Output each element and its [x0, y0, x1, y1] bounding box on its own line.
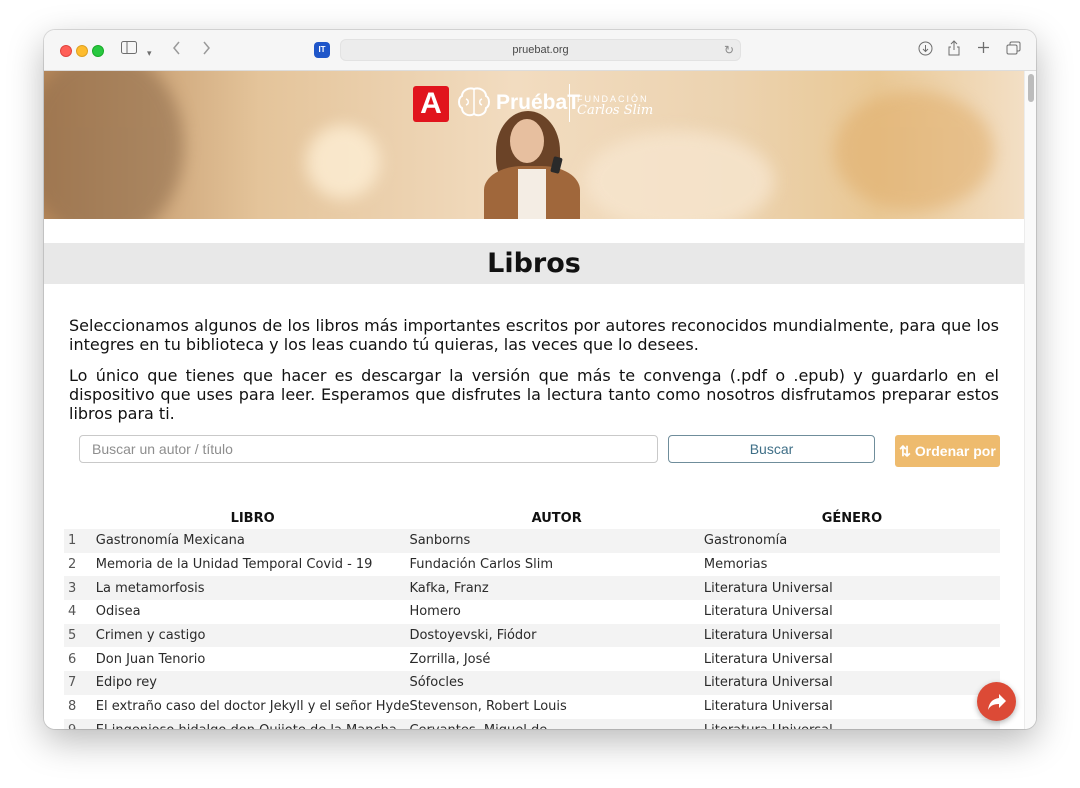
table-row[interactable]: 6 Don Juan Tenorio Zorrilla, José Litera…: [64, 647, 1000, 671]
row-genero: Literatura Universal: [703, 651, 833, 667]
chevron-left-icon[interactable]: [172, 41, 182, 60]
row-libro[interactable]: Odisea: [96, 600, 410, 624]
row-genero: Literatura Universal: [703, 604, 833, 620]
browser-toolbar: ▾ IT pruebat.org ↻: [44, 30, 1036, 71]
row-genero: Literatura Universal: [703, 576, 1000, 601]
row-genero: Memorias: [703, 557, 768, 573]
row-autor: Zorrilla, José: [409, 651, 491, 667]
tabs-overview-icon[interactable]: [1006, 41, 1021, 60]
scrollbar-thumb[interactable]: [1028, 74, 1034, 102]
chevron-right-icon[interactable]: [201, 41, 211, 60]
hero-bokeh: [306, 125, 380, 199]
download-icon[interactable]: [918, 41, 933, 61]
share-arrow-icon: [987, 690, 1007, 712]
row-number: 5: [64, 623, 96, 648]
row-number: 2: [68, 557, 77, 573]
row-genero: Literatura Universal: [703, 699, 833, 715]
row-libro[interactable]: Edipo rey: [95, 671, 410, 695]
row-libro[interactable]: La metamorfosis: [95, 576, 410, 601]
page-title: Libros: [487, 248, 581, 279]
row-autor: Fundación Carlos Slim: [409, 557, 553, 573]
sort-button-label: Ordenar por: [914, 443, 996, 459]
row-genero: Literatura Universal: [703, 623, 1000, 648]
header-genero: GÉNERO: [821, 510, 883, 526]
row-libro[interactable]: El extraño caso del doctor Jekyll y el s…: [96, 695, 410, 719]
page-scrollbar[interactable]: [1024, 71, 1036, 729]
hero-bokeh: [44, 71, 184, 219]
intro-paragraph-2: Lo único que tienes que hacer es descarg…: [69, 366, 999, 423]
sort-button[interactable]: ⇅ Ordenar por: [895, 435, 1000, 467]
page-content: A PruébaT FUNDACIÓN Carlos Slim Libros S…: [44, 71, 1024, 729]
row-genero: Gastronomía: [703, 529, 1000, 553]
row-number: 7: [64, 671, 96, 695]
row-libro[interactable]: El ingenioso hidalgo don Quijote de la M…: [95, 718, 410, 729]
table-header-row: LIBRO AUTOR GÉNERO: [64, 507, 1000, 529]
site-favicon-icon: IT: [314, 42, 330, 58]
sort-icon: ⇅: [899, 443, 911, 459]
header-number: [64, 507, 96, 529]
header-autor: AUTOR: [531, 510, 582, 526]
share-fab-button[interactable]: [977, 682, 1016, 721]
sidebar-icon[interactable]: [121, 41, 137, 59]
share-icon[interactable]: [947, 39, 961, 61]
row-libro[interactable]: Crimen y castigo: [95, 623, 410, 648]
row-number: 8: [68, 699, 77, 715]
hero-person-face: [510, 119, 544, 163]
row-libro[interactable]: Gastronomía Mexicana: [95, 529, 410, 553]
row-genero: Literatura Universal: [703, 671, 1000, 695]
row-number: 1: [64, 529, 96, 553]
reload-icon[interactable]: ↻: [724, 43, 734, 57]
logo-brand-text: PruébaT: [496, 91, 581, 114]
intro-paragraph-1: Seleccionamos algunos de los libros más …: [69, 316, 999, 354]
row-autor: Dostoyevski, Fiódor: [409, 623, 704, 648]
hero-person-shirt: [518, 169, 546, 219]
header-libro: LIBRO: [230, 510, 275, 526]
table-row[interactable]: 4 Odisea Homero Literatura Universal: [64, 600, 1000, 624]
row-autor: Sanborns: [409, 529, 704, 553]
table-row[interactable]: 1 Gastronomía Mexicana Sanborns Gastrono…: [64, 529, 1000, 553]
table-row[interactable]: 3 La metamorfosis Kafka, Franz Literatur…: [64, 576, 1000, 601]
table-row[interactable]: 9 El ingenioso hidalgo don Quijote de la…: [64, 718, 1000, 729]
title-band: Libros: [44, 243, 1024, 284]
table-row[interactable]: 5 Crimen y castigo Dostoyevski, Fiódor L…: [64, 623, 1000, 648]
logo-slim-text: Carlos Slim: [577, 103, 654, 118]
row-autor: Homero: [409, 604, 461, 620]
zoom-window-button[interactable]: [92, 45, 104, 57]
search-input[interactable]: [79, 435, 658, 463]
hero-bokeh: [584, 131, 774, 219]
address-bar[interactable]: pruebat.org ↻: [340, 39, 741, 61]
hero-bokeh: [834, 91, 994, 211]
logo-a-icon: A: [413, 86, 449, 122]
hero-banner: A PruébaT FUNDACIÓN Carlos Slim: [44, 71, 1024, 219]
row-number: 3: [64, 576, 96, 601]
row-number: 9: [64, 718, 96, 729]
books-table: LIBRO AUTOR GÉNERO 1 Gastronomía Mexican…: [64, 507, 1000, 729]
row-autor: Cervantes, Miguel de: [409, 718, 704, 729]
row-genero: Literatura Universal: [703, 718, 1000, 729]
logo-divider: [569, 84, 570, 122]
search-button[interactable]: Buscar: [668, 435, 875, 463]
table-row[interactable]: 2 Memoria de la Unidad Temporal Covid - …: [64, 553, 1000, 577]
close-window-button[interactable]: [60, 45, 72, 57]
chevron-down-icon[interactable]: ▾: [147, 44, 152, 62]
row-libro[interactable]: Don Juan Tenorio: [96, 647, 410, 671]
minimize-window-button[interactable]: [76, 45, 88, 57]
row-libro[interactable]: Memoria de la Unidad Temporal Covid - 19: [96, 553, 410, 577]
row-autor: Kafka, Franz: [409, 576, 704, 601]
row-autor: Sófocles: [409, 671, 704, 695]
browser-window: ▾ IT pruebat.org ↻ A PruébaT FUNDACIÓN C…: [44, 30, 1036, 729]
url-text: pruebat.org: [512, 44, 569, 56]
row-number: 4: [68, 604, 77, 620]
table-row[interactable]: 8 El extraño caso del doctor Jekyll y el…: [64, 695, 1000, 719]
table-row[interactable]: 7 Edipo rey Sófocles Literatura Universa…: [64, 671, 1000, 695]
row-autor: Stevenson, Robert Louis: [409, 699, 567, 715]
plus-icon[interactable]: [977, 41, 990, 59]
brain-icon: [456, 85, 492, 128]
row-number: 6: [68, 651, 77, 667]
